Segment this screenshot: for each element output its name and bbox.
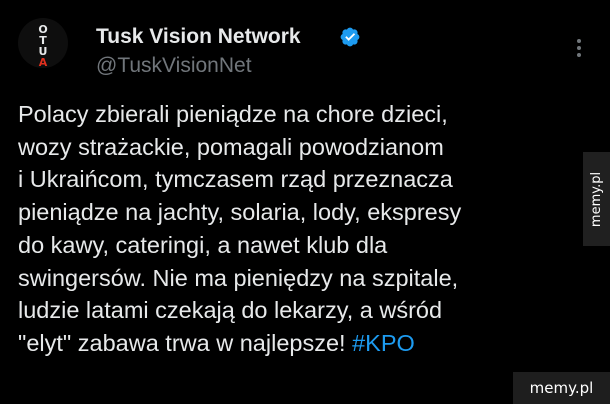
tweet-text-line: i Ukraińcom, tymczasem rząd przeznacza bbox=[18, 166, 453, 193]
author-handle[interactable]: @TuskVisionNet bbox=[96, 54, 252, 78]
avatar-logo-text: O T U A bbox=[38, 23, 48, 68]
tweet-text-line: ludzie latami czekają do lekarzy, a wśró… bbox=[18, 297, 443, 324]
tweet-text-line: do kawy, cateringi, a nawet klub dla bbox=[18, 231, 388, 258]
watermark-side: memy.pl bbox=[583, 152, 610, 246]
tweet-text-segment: "elyt" zabawa trwa w najlepsze! bbox=[18, 329, 353, 356]
avatar[interactable]: O T U A bbox=[18, 18, 68, 68]
hashtag-link[interactable]: #KPO bbox=[352, 330, 415, 356]
verified-badge-icon bbox=[340, 27, 360, 47]
watermark-side-text: memy.pl bbox=[589, 171, 605, 227]
tweet-text-last-line: "elyt" zabawa trwa w najlepsze! #KPO bbox=[18, 327, 578, 360]
tweet-text-line: wozy strażackie, pomagali powodzianom bbox=[18, 133, 444, 160]
tweet-text-line: pieniądze na jachty, solaria, lody, eksp… bbox=[18, 199, 462, 226]
tweet-text-line: swingersów. Nie ma pieniędzy na szpitale… bbox=[18, 264, 459, 291]
watermark-bottom: memy.pl bbox=[513, 372, 610, 404]
author-name[interactable]: Tusk Vision Network bbox=[96, 25, 301, 49]
tweet-text-line: Polacy zbierali pieniądze na chore dziec… bbox=[18, 101, 448, 127]
more-options-icon[interactable] bbox=[570, 36, 588, 60]
tweet-text: Polacy zbierali pieniądze na chore dziec… bbox=[18, 98, 578, 360]
